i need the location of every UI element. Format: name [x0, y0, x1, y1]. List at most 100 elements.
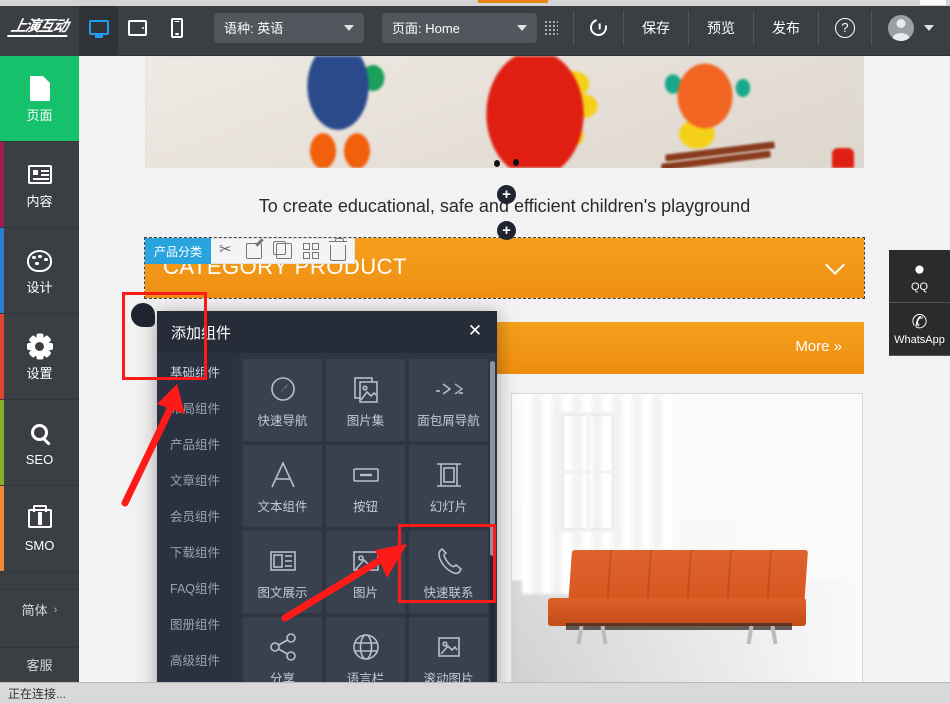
scissors-icon[interactable]: [219, 240, 235, 259]
component-label: 快速联系: [423, 586, 474, 601]
palette-icon: [27, 248, 52, 274]
chevron-down-icon: [344, 24, 354, 31]
sidebar-item-label: SEO: [25, 451, 54, 467]
publish-button[interactable]: 发布: [754, 0, 818, 56]
category-download[interactable]: 下载组件: [157, 533, 239, 569]
sidebar-language-label: 简体: [21, 603, 48, 618]
sofa-seat: [548, 598, 806, 626]
component-label: 面包屑导航: [417, 414, 480, 429]
grid-dots-icon[interactable]: [544, 20, 558, 35]
help-button[interactable]: ?: [819, 0, 871, 56]
sidebar-item-pages[interactable]: 页面: [0, 56, 79, 142]
component-breadcrumb[interactable]: 面包屑导航: [409, 359, 488, 441]
image-stack-icon: [349, 372, 383, 406]
component-label: 图片集: [346, 414, 385, 429]
chevron-down-icon: [924, 24, 934, 31]
sidebar-language-toggle[interactable]: 简体 ›: [0, 589, 79, 629]
modal-scrollbar-thumb[interactable]: [490, 361, 495, 556]
more-link[interactable]: More »: [795, 338, 842, 355]
annotation-arrow-to-quick-contact: [281, 544, 407, 622]
modal-component-grid: 快速导航 图片集 面包屑导航 文本组件 按钮 幻灯片 图文展示 图片 快速联系 …: [243, 359, 488, 699]
whatsapp-widget-label: WhatsApp: [894, 333, 945, 346]
copy-icon[interactable]: [273, 241, 293, 259]
hero-banner-image[interactable]: [145, 56, 864, 168]
component-quick-nav[interactable]: 快速导航: [243, 359, 322, 441]
desktop-view-button[interactable]: [79, 0, 118, 56]
globe-icon: [349, 630, 383, 664]
save-button[interactable]: 保存: [624, 0, 688, 56]
modal-component-grid-wrapper: 快速导航 图片集 面包屑导航 文本组件 按钮 幻灯片 图文展示 图片 快速联系 …: [239, 353, 497, 703]
preview-button[interactable]: 预览: [689, 0, 753, 56]
letter-a-icon: [266, 458, 300, 492]
sidebar-item-seo[interactable]: SEO: [0, 400, 79, 486]
monitor-icon: [88, 20, 109, 35]
trash-icon[interactable]: [329, 237, 348, 261]
sidebar-item-label: 内容: [26, 193, 53, 209]
browser-tab-indicator: [478, 0, 548, 3]
language-select[interactable]: 语种: 英语: [214, 12, 364, 43]
accent-bar: [0, 400, 4, 485]
insert-below-button[interactable]: +: [497, 221, 516, 240]
help-icon: ?: [835, 17, 855, 38]
decor-eye: [513, 159, 519, 166]
breadcrumb-icon: [432, 372, 466, 406]
history-button[interactable]: [574, 0, 623, 56]
search-icon: [31, 420, 48, 446]
category-faq[interactable]: FAQ组件: [157, 569, 239, 605]
insert-above-button[interactable]: +: [497, 185, 516, 204]
drag-handle[interactable]: [131, 303, 155, 327]
phone-handset-icon: [432, 544, 466, 578]
whatsapp-widget[interactable]: ✆ WhatsApp: [889, 303, 950, 356]
sidebar-item-label: SMO: [24, 537, 55, 553]
status-message: 正在连接...: [8, 686, 67, 701]
app-logo[interactable]: 上演互动: [0, 0, 79, 56]
component-quick-contact[interactable]: 快速联系: [409, 531, 488, 613]
component-label: 幻灯片: [429, 500, 468, 515]
element-toolbar: 产品分类: [145, 237, 356, 264]
accent-bar: [0, 486, 4, 571]
component-slideshow[interactable]: 幻灯片: [409, 445, 488, 527]
component-image-gallery[interactable]: 图片集: [326, 359, 405, 441]
chevron-down-icon[interactable]: [825, 255, 845, 275]
user-menu[interactable]: [872, 0, 950, 56]
sidebar-item-settings[interactable]: 设置: [0, 314, 79, 400]
qq-widget-label: QQ: [910, 280, 929, 293]
decor-eye: [494, 160, 500, 167]
component-label: 文本组件: [257, 500, 308, 515]
product-card[interactable]: [511, 393, 863, 703]
slideshow-icon: [432, 458, 466, 492]
pencil-square-icon[interactable]: [246, 243, 263, 259]
close-icon[interactable]: ✕: [466, 322, 484, 340]
sidebar-item-label: 客服: [26, 658, 53, 673]
app-root: 上演互动 语种: 英语 页面: Home 保存 预览 发布 ? 页面 内容 设计…: [0, 0, 950, 703]
sidebar-item-label: 设置: [26, 365, 53, 381]
qq-penguin-icon: ●: [913, 258, 926, 280]
sidebar-item-content[interactable]: 内容: [0, 142, 79, 228]
category-album[interactable]: 图册组件: [157, 605, 239, 641]
floating-contact-widgets: ● QQ ✆ WhatsApp: [889, 250, 950, 356]
left-sidebar: 页面 内容 设计 设置 SEO SMO 简体 › 客服: [0, 56, 79, 689]
window-corner: [920, 0, 946, 5]
chevron-right-icon: ›: [53, 603, 58, 616]
grid-icon[interactable]: [303, 243, 320, 259]
sidebar-item-smo[interactable]: SMO: [0, 486, 79, 572]
element-type-tag[interactable]: 产品分类: [145, 238, 212, 264]
avatar: [888, 14, 914, 41]
element-tool-buttons: [211, 237, 356, 264]
page-icon: [29, 76, 50, 102]
page-select[interactable]: 页面: Home: [382, 12, 537, 43]
component-label: 按钮: [352, 500, 378, 515]
sidebar-item-design[interactable]: 设计: [0, 228, 79, 314]
accent-bar: [0, 228, 4, 313]
window-top-strip: [0, 0, 950, 6]
button-icon: [349, 458, 383, 492]
component-button[interactable]: 按钮: [326, 445, 405, 527]
mobile-view-button[interactable]: [157, 0, 196, 56]
tablet-view-button[interactable]: [118, 0, 157, 56]
sidebar-item-support[interactable]: 客服: [0, 647, 79, 675]
chevron-down-icon: [517, 24, 527, 31]
category-advanced[interactable]: 高级组件: [157, 641, 239, 677]
qq-widget[interactable]: ● QQ: [889, 250, 950, 303]
modal-title: 添加组件: [171, 324, 232, 342]
component-text[interactable]: 文本组件: [243, 445, 322, 527]
